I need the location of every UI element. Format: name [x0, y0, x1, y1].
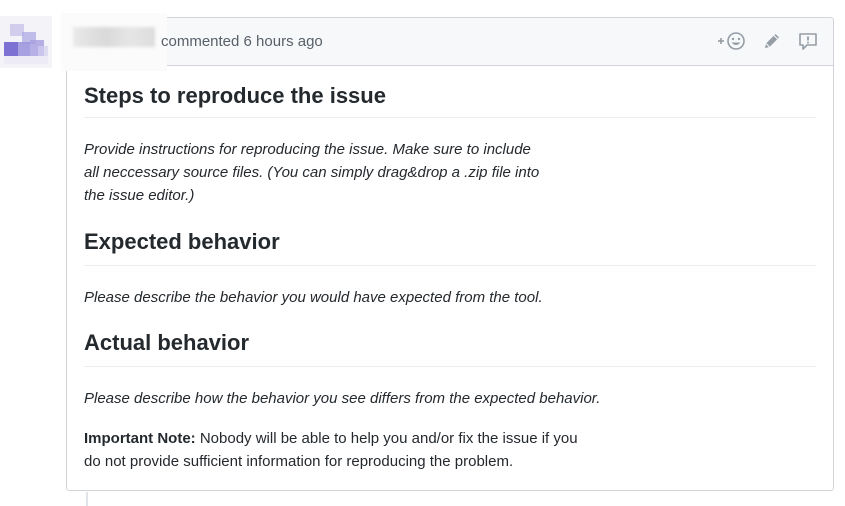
important-note-label: Important Note:: [84, 430, 196, 447]
steps-line-1: Provide instructions for reproducing the…: [84, 141, 531, 158]
comment-header: commented 6 hours ago: [61, 13, 833, 71]
heading-expected-behavior: Expected behavior: [84, 229, 816, 266]
add-reaction-button[interactable]: [717, 30, 747, 52]
steps-line-2: all neccessary source files. (You can si…: [84, 164, 540, 181]
author-name-redacted[interactable]: [61, 13, 167, 71]
comment-actions: [717, 30, 819, 52]
comment-body: Steps to reproduce the issue Provide ins…: [67, 66, 833, 473]
avatar-image: [0, 16, 52, 68]
pencil-icon: [765, 34, 779, 48]
expected-behavior-text: Please describe the behavior you would h…: [84, 289, 543, 306]
timeline-connector: [86, 492, 88, 506]
comment-box: commented 6 hours ago Steps to reproduce…: [61, 13, 834, 491]
heading-actual-behavior: Actual behavior: [84, 330, 816, 367]
important-note-line-1: Nobody will be able to help you and/or f…: [195, 430, 578, 447]
author-name-blur: [73, 27, 155, 47]
actual-behavior-text: Please describe how the behavior you see…: [84, 390, 601, 407]
report-content-button[interactable]: [797, 30, 819, 52]
important-note-line-2: do not provide sufficient information fo…: [84, 453, 514, 470]
heading-steps-to-reproduce: Steps to reproduce the issue: [84, 66, 816, 118]
avatar[interactable]: [0, 16, 52, 68]
comment-timestamp[interactable]: commented 6 hours ago: [161, 33, 323, 50]
steps-line-3: the issue editor.): [84, 187, 195, 204]
add-reaction-icon: [718, 32, 745, 50]
report-content-icon: [799, 33, 817, 50]
edit-comment-button[interactable]: [761, 30, 783, 52]
important-note: Important Note: Nobody will be able to h…: [84, 427, 816, 450]
issue-timeline: commented 6 hours ago Steps to reproduce…: [0, 0, 845, 506]
